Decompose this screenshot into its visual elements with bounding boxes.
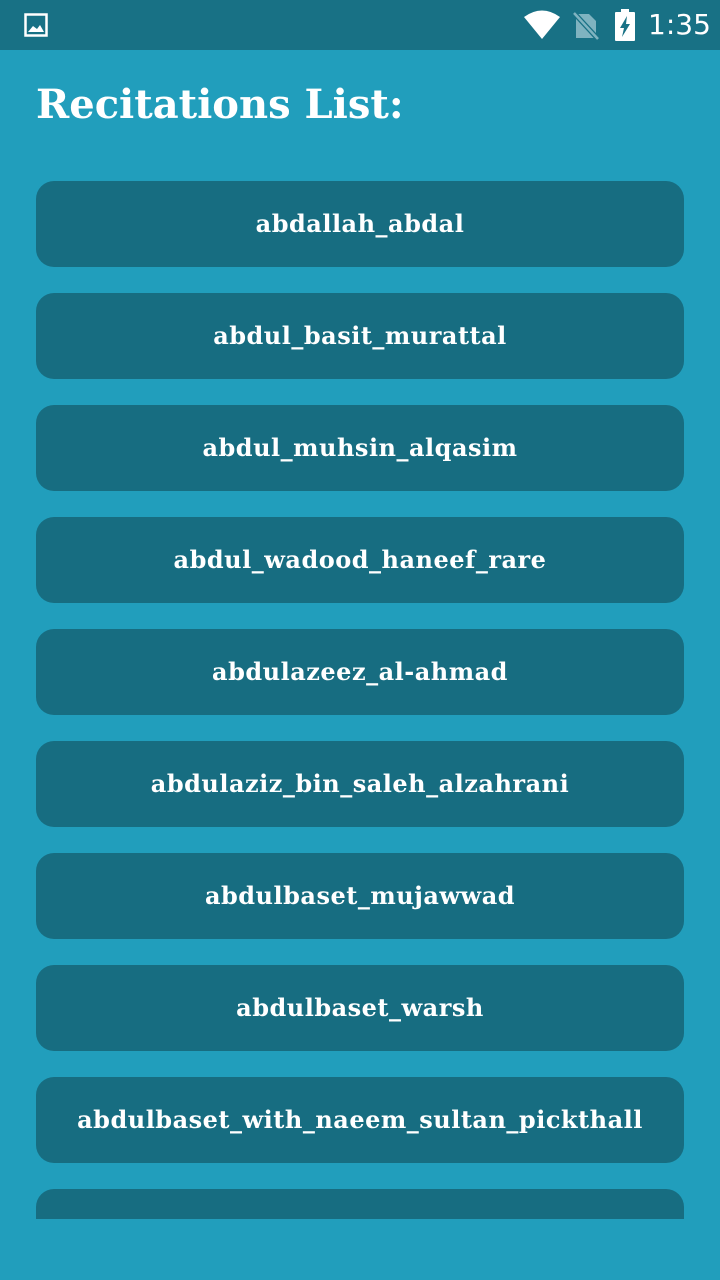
- page-title: Recitations List:: [36, 81, 404, 128]
- recitation-button-partial[interactable]: [36, 1189, 684, 1219]
- image-icon: [24, 13, 48, 37]
- recitation-button[interactable]: abdulbaset_mujawwad: [36, 853, 684, 939]
- recitation-button[interactable]: abdul_basit_murattal: [36, 293, 684, 379]
- recitation-button[interactable]: abdallah_abdal: [36, 181, 684, 267]
- recitation-button[interactable]: abdulbaset_warsh: [36, 965, 684, 1051]
- recitation-button[interactable]: abdulbaset_with_naeem_sultan_pickthall: [36, 1077, 684, 1163]
- battery-charging-icon: [615, 9, 635, 41]
- wifi-icon: [524, 10, 560, 39]
- status-bar: 1:35: [0, 0, 720, 50]
- recitation-button[interactable]: abdulazeez_al-ahmad: [36, 629, 684, 715]
- no-sim-icon: [572, 11, 600, 41]
- recitation-button[interactable]: abdulaziz_bin_saleh_alzahrani: [36, 741, 684, 827]
- recitation-button[interactable]: abdul_wadood_haneef_rare: [36, 517, 684, 603]
- recitation-button[interactable]: abdul_muhsin_alqasim: [36, 405, 684, 491]
- recitations-list[interactable]: abdallah_abdal abdul_basit_murattal abdu…: [36, 181, 684, 1219]
- clock-time: 1:35: [648, 8, 711, 41]
